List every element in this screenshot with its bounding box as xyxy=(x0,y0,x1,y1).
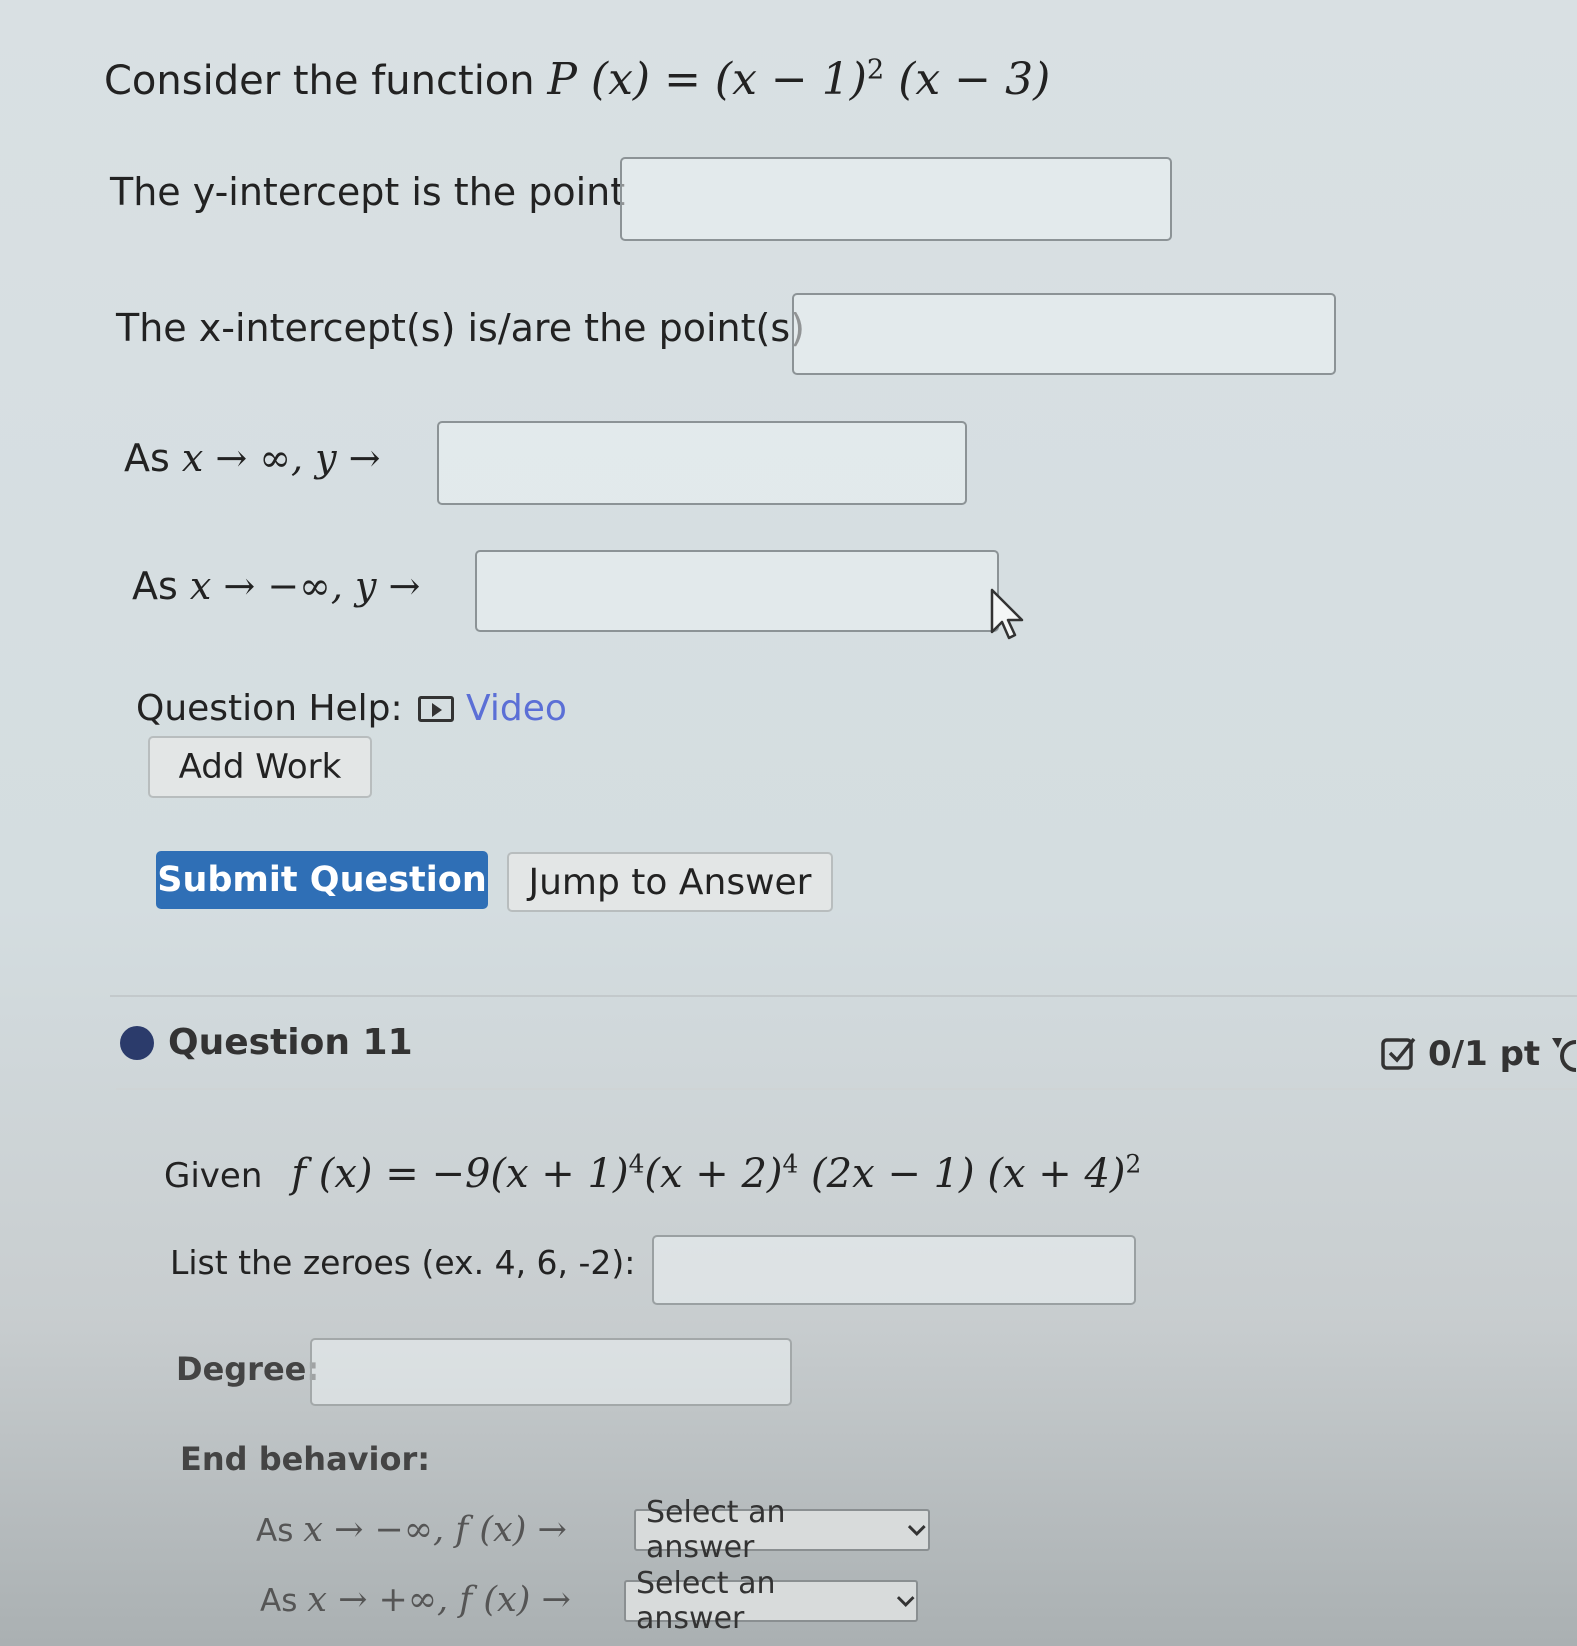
y-intercept-label: The y-intercept is the point xyxy=(110,170,626,214)
end-behavior-neg-input[interactable] xyxy=(475,550,999,632)
score-display: 0/1 pt xyxy=(1380,1034,1540,1074)
zeroes-input[interactable] xyxy=(652,1235,1136,1305)
mouse-cursor-icon xyxy=(990,588,1024,640)
end-neg-math: x → −∞, y → xyxy=(189,564,421,608)
pos-inf-math: x → +∞, f (x) → xyxy=(307,1580,571,1620)
retry-icon[interactable] xyxy=(1548,1036,1577,1076)
select-text: Select an answer xyxy=(636,1566,776,1636)
end-behavior-pos-row: As x → +∞, f (x) → xyxy=(260,1580,571,1620)
video-link[interactable]: Video xyxy=(418,688,567,729)
add-work-button[interactable]: Add Work xyxy=(148,736,372,798)
checkbox-score-icon xyxy=(1381,1037,1416,1070)
video-link-text: Video xyxy=(466,688,567,729)
given-label: Given xyxy=(164,1156,263,1197)
end-behavior-neg-row: As x → −∞, f (x) → xyxy=(256,1510,567,1550)
intro-text: Consider the function xyxy=(104,58,535,104)
submit-question-button[interactable]: Submit Question xyxy=(156,851,488,909)
question-title: Question 11 xyxy=(168,1022,413,1063)
function-main: P (x) = (x − 1) xyxy=(547,54,867,105)
dropdown-chevron-icon xyxy=(908,1525,927,1537)
dropdown-chevron-icon xyxy=(896,1596,915,1607)
function-tail: (x − 3) xyxy=(884,54,1051,105)
zeroes-label: List the zeroes (ex. 4, 6, -2): xyxy=(170,1243,636,1282)
as-text: As xyxy=(124,436,170,480)
section-divider xyxy=(110,995,1577,997)
end-behavior-neg-select[interactable]: Select an answer xyxy=(634,1495,930,1565)
given-function: f (x) = −9(x + 1)4(x + 2)4 (2x − 1) (x +… xyxy=(291,1150,1142,1198)
end-behavior-pos-select[interactable]: Select an answer xyxy=(624,1566,918,1636)
header-divider xyxy=(116,1088,1577,1090)
f-part-1: f (x) = −9(x + 1) xyxy=(291,1151,629,1198)
jump-to-answer-button[interactable]: Jump to Answer xyxy=(507,852,833,912)
function-exponent: 2 xyxy=(866,54,885,86)
question-help-label: Question Help: xyxy=(136,688,403,729)
f-exp-3: 2 xyxy=(1125,1150,1142,1179)
degree-label: Degree: xyxy=(176,1350,320,1388)
as-text: As xyxy=(260,1583,298,1619)
end-behavior-label: End behavior: xyxy=(180,1440,431,1478)
select-text: Select an answer xyxy=(646,1495,786,1565)
end-pos-math: x → ∞, y → xyxy=(181,436,381,480)
video-play-icon xyxy=(418,695,454,722)
as-text: As xyxy=(132,564,178,608)
f-exp-1: 4 xyxy=(628,1150,645,1179)
end-behavior-pos-label: As x → ∞, y → xyxy=(124,436,381,480)
degree-input[interactable] xyxy=(310,1338,792,1406)
neg-inf-math: x → −∞, f (x) → xyxy=(303,1510,567,1550)
end-behavior-pos-input[interactable] xyxy=(437,421,967,505)
f-part-2: (x + 2) xyxy=(644,1151,783,1198)
f-part-3: (2x − 1) (x + 4) xyxy=(798,1151,1126,1198)
function-expression: P (x) = (x − 1)2 (x − 3) xyxy=(547,54,1050,105)
x-intercept-label: The x-intercept(s) is/are the point(s) xyxy=(116,306,805,350)
y-intercept-input[interactable] xyxy=(620,157,1172,241)
function-statement: Consider the function P (x) = (x − 1)2 (… xyxy=(104,54,1050,105)
end-behavior-neg-label: As x → −∞, y → xyxy=(132,564,420,608)
as-text: As xyxy=(256,1513,294,1549)
status-dot-icon xyxy=(120,1026,154,1060)
f-exp-2: 4 xyxy=(782,1150,799,1179)
points-text: 0/1 pt xyxy=(1428,1034,1541,1074)
x-intercept-input[interactable] xyxy=(792,293,1336,375)
given-statement: Given f (x) = −9(x + 1)4(x + 2)4 (2x − 1… xyxy=(164,1150,1141,1197)
